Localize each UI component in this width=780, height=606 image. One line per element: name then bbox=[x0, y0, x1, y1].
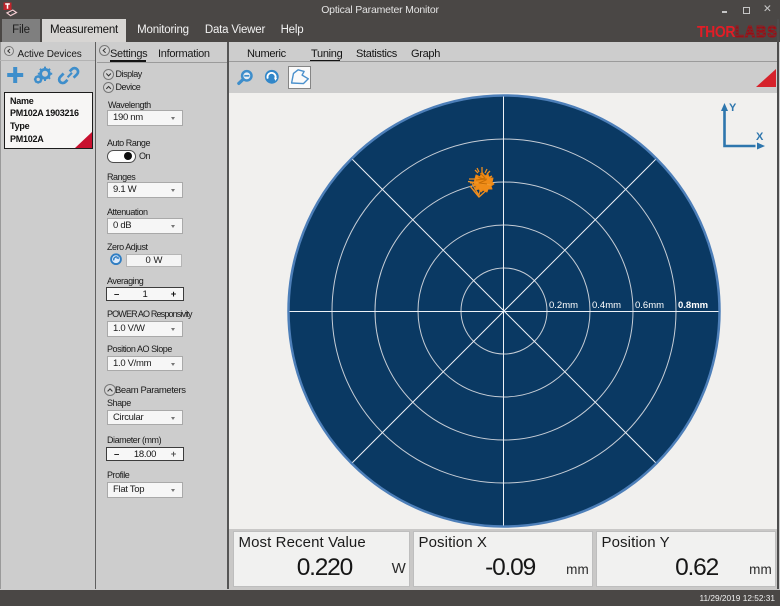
svg-text:0.4mm: 0.4mm bbox=[592, 300, 621, 311]
svg-text:Y: Y bbox=[729, 102, 737, 114]
svg-text:0.6mm: 0.6mm bbox=[635, 300, 664, 311]
svg-text:X: X bbox=[756, 131, 764, 143]
svg-text:0.2mm: 0.2mm bbox=[549, 300, 578, 311]
svg-text:0.8mm: 0.8mm bbox=[678, 300, 708, 311]
